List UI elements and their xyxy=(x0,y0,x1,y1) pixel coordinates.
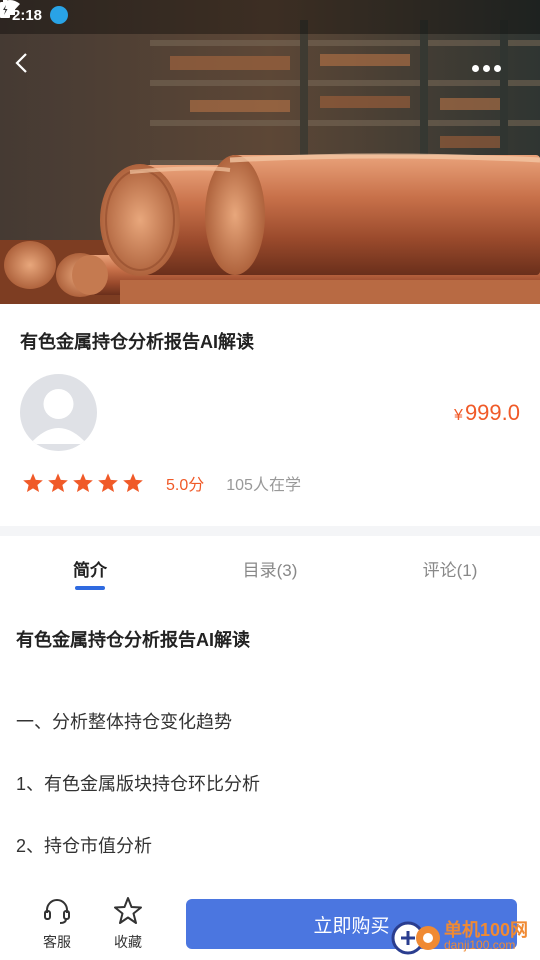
watermark: 单机100网 danji100.com xyxy=(388,916,538,956)
course-info: 有色金属持仓分析报告AI解读 ¥999.0 5.0分 105人在学 xyxy=(0,304,540,526)
rating-stars xyxy=(22,472,144,494)
tab-catalog[interactable]: 目录(3) xyxy=(180,536,360,598)
dot-icon xyxy=(493,64,501,72)
learner-count: 105人在学 xyxy=(226,477,301,494)
chevron-left-icon xyxy=(15,53,27,73)
bottom-action-bar: 客服 收藏 立即购买 单机100网 danji100.com xyxy=(0,888,540,960)
star-filled-icon xyxy=(98,473,118,492)
watermark-logo-icon xyxy=(391,921,440,955)
customer-service-label: 客服 xyxy=(43,934,71,950)
course-title: 有色金属持仓分析报告AI解读 xyxy=(20,332,254,352)
intro-line: 一、分析整体持仓变化趋势 xyxy=(16,712,232,732)
star-filled-icon xyxy=(73,473,93,492)
headset-icon xyxy=(44,899,70,924)
course-cover-image: 2:18 xyxy=(0,0,540,304)
tab-label: 评论(1) xyxy=(422,561,478,580)
section-divider xyxy=(0,526,540,536)
favorite-label: 收藏 xyxy=(114,934,142,950)
rating-score: 5.0分 xyxy=(166,477,205,494)
favorite-button[interactable]: 收藏 xyxy=(103,896,153,952)
intro-title: 有色金属持仓分析报告AI解读 xyxy=(16,630,250,650)
default-avatar-icon xyxy=(30,389,87,444)
currency-symbol: ¥ xyxy=(454,407,463,424)
tab-label: 目录(3) xyxy=(242,561,298,580)
status-bar: 2:18 xyxy=(0,0,540,30)
copper-rods-illustration xyxy=(0,0,540,304)
intro-line: 1、有色金属版块持仓环比分析 xyxy=(16,774,261,794)
watermark-url: danji100.com xyxy=(444,938,516,952)
active-tab-indicator xyxy=(75,586,105,590)
star-outline-icon xyxy=(114,897,142,924)
price-value: 999.0 xyxy=(464,400,520,425)
tab-bar: 简介 目录(3) 评论(1) xyxy=(0,536,540,598)
rating-row: 5.0分 105人在学 xyxy=(22,470,301,496)
customer-service-button[interactable]: 客服 xyxy=(32,896,82,952)
star-filled-icon xyxy=(23,473,43,492)
star-filled-icon xyxy=(48,473,68,492)
dot-icon xyxy=(482,64,490,72)
instructor-avatar[interactable] xyxy=(20,374,97,451)
dot-icon xyxy=(471,64,479,72)
star-filled-icon xyxy=(123,473,143,492)
course-price: ¥999.0 xyxy=(454,400,520,426)
tab-intro[interactable]: 简介 xyxy=(0,536,180,598)
more-options-button[interactable] xyxy=(466,58,506,78)
intro-line: 2、持仓市值分析 xyxy=(16,836,153,856)
tab-comments[interactable]: 评论(1) xyxy=(360,536,540,598)
back-button[interactable] xyxy=(14,52,48,86)
battery-icon xyxy=(0,0,10,18)
tab-label: 简介 xyxy=(73,561,107,580)
download-icon xyxy=(2,1,69,24)
top-navigation xyxy=(0,48,540,88)
